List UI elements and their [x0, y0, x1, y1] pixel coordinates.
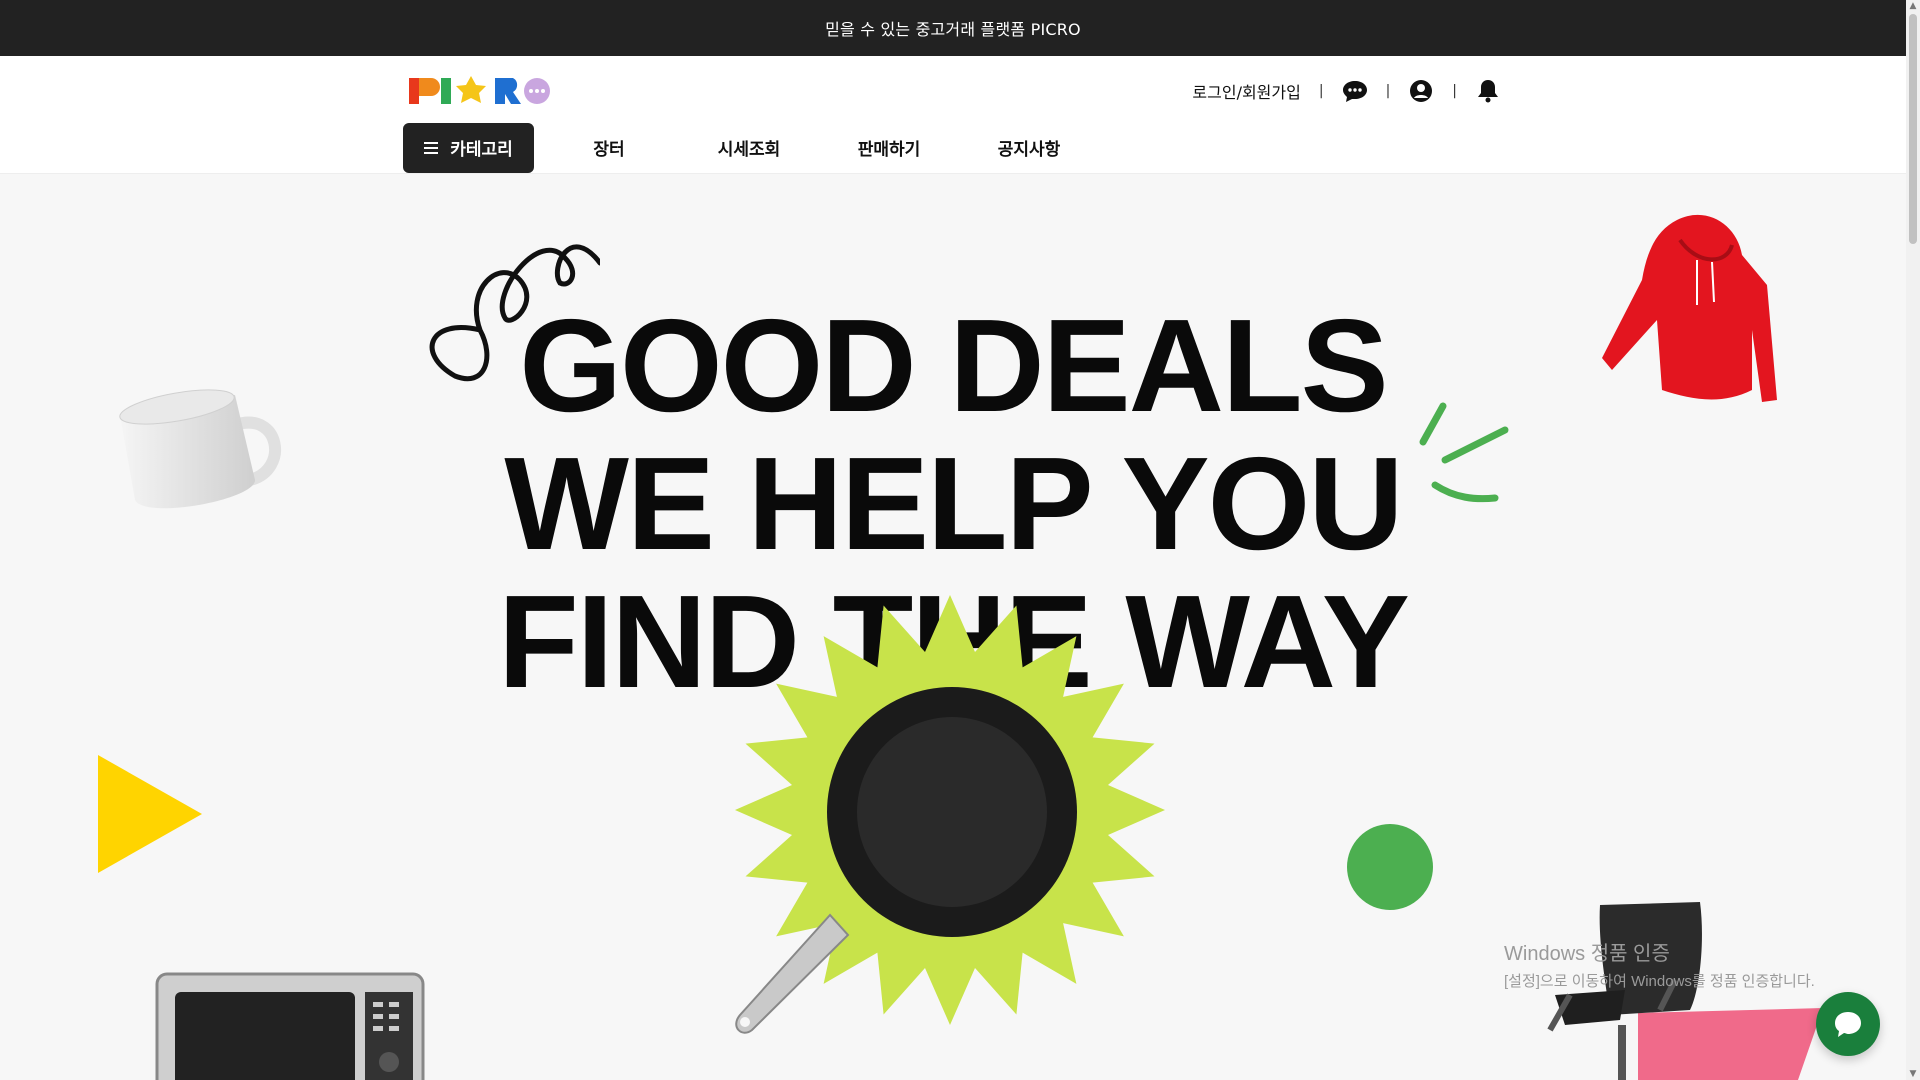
picro-logo[interactable]	[409, 74, 551, 106]
user-icon[interactable]	[1408, 78, 1434, 104]
nav-item-market[interactable]: 장터	[539, 135, 679, 160]
menu-icon	[424, 141, 439, 154]
separator: |	[1385, 83, 1391, 99]
scrollbar-thumb[interactable]	[1909, 14, 1917, 244]
chat-bubble-icon	[1835, 1012, 1861, 1037]
main-nav: 카테고리 장터 시세조회 판매하기 공지사항	[403, 122, 1099, 173]
hero-line-2: WE HELP YOU	[504, 430, 1403, 577]
separator: |	[1452, 83, 1457, 99]
hero-line-1: GOOD DEALS	[519, 292, 1388, 439]
chat-support-button[interactable]	[1816, 992, 1880, 1056]
top-banner-text: 믿을 수 있는 중고거래 플랫폼 PICRO	[825, 20, 1081, 39]
scroll-up-arrow-icon[interactable]: ▲	[1908, 1, 1918, 11]
scroll-down-arrow-icon[interactable]: ▼	[1908, 1069, 1918, 1079]
green-circle-decoration	[1347, 824, 1433, 910]
category-label: 카테고리	[450, 140, 513, 160]
category-button[interactable]: 카테고리	[403, 122, 534, 173]
yellow-triangle-decoration	[98, 755, 202, 873]
bell-icon[interactable]	[1475, 78, 1501, 104]
microwave-image	[155, 972, 425, 1080]
frying-pan-image	[735, 687, 1077, 1034]
login-signup-link[interactable]: 로그인/회원가입	[1192, 79, 1300, 103]
nav-item-notice[interactable]: 공지사항	[959, 135, 1099, 160]
user-nav: 로그인/회원가입 | | |	[1192, 76, 1501, 106]
chat-icon[interactable]	[1342, 78, 1368, 104]
site-header: 로그인/회원가입 | | | 카테고리 장터 시세조회 판매하기 공지사항	[0, 56, 1906, 174]
windows-activation-watermark: Windows 정품 인증 [설정]으로 이동하여 Windows를 정품 인증…	[1504, 937, 1815, 991]
nav-item-sell[interactable]: 판매하기	[819, 135, 959, 160]
separator: |	[1318, 83, 1324, 99]
scrollbar[interactable]: ▲ ▼	[1906, 0, 1920, 1080]
watermark-subtitle: [설정]으로 이동하여 Windows를 정품 인증합니다.	[1504, 973, 1815, 990]
watermark-title: Windows 정품 인증	[1504, 943, 1670, 965]
top-banner: 믿을 수 있는 중고거래 플랫폼 PICRO	[0, 0, 1906, 56]
nav-item-price-check[interactable]: 시세조회	[679, 135, 819, 160]
